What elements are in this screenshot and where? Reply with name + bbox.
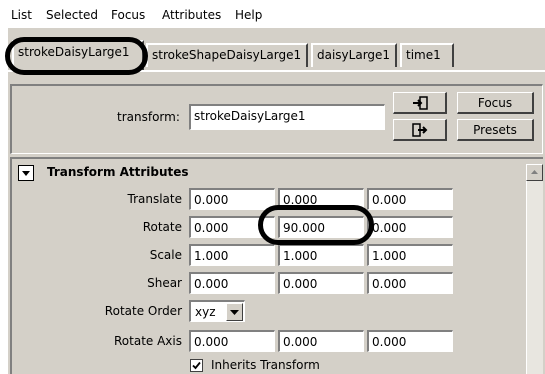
menu-help[interactable]: Help xyxy=(235,8,262,22)
chevron-down-icon xyxy=(230,310,239,315)
menu-bar: List Selected Focus Attributes Help xyxy=(0,0,545,28)
output-connections-icon xyxy=(411,123,427,137)
tab-time1[interactable]: time1 xyxy=(400,43,454,67)
attr-label-shear: Shear xyxy=(147,276,182,290)
menu-list[interactable]: List xyxy=(11,8,32,22)
rotate-y-field[interactable]: 90.000 xyxy=(278,216,364,238)
transform-name-field[interactable]: strokeDaisyLarge1 xyxy=(189,104,385,130)
attr-label-scale: Scale xyxy=(149,248,182,262)
rotate-order-value: xyz xyxy=(195,305,216,319)
transform-label: transform: xyxy=(117,110,180,124)
tab-label: daisyLarge1 xyxy=(317,48,391,62)
tab-strokeshapedaisylarge1[interactable]: strokeShapeDaisyLarge1 xyxy=(146,43,308,67)
scroll-up-arrow-icon xyxy=(531,170,538,174)
menu-focus[interactable]: Focus xyxy=(111,8,145,22)
dropdown-arrow-button[interactable] xyxy=(226,303,243,321)
rotate-axis-x-field[interactable]: 0.000 xyxy=(189,330,275,352)
input-connections-icon xyxy=(412,96,428,110)
tab-label: strokeDaisyLarge1 xyxy=(18,45,130,59)
scroll-up-button[interactable] xyxy=(526,164,543,181)
collapse-section-button[interactable] xyxy=(18,165,34,181)
scrollbar[interactable] xyxy=(526,164,543,374)
shear-x-field[interactable]: 0.000 xyxy=(189,272,275,294)
attr-label-translate: Translate xyxy=(127,192,183,206)
tab-divider xyxy=(8,70,545,72)
presets-button[interactable]: Presets xyxy=(457,119,534,141)
menu-selected[interactable]: Selected xyxy=(46,8,98,22)
tab-label: strokeShapeDaisyLarge1 xyxy=(152,48,302,62)
inherits-transform-label: Inherits Transform xyxy=(211,358,320,372)
rotate-axis-z-field[interactable]: 0.000 xyxy=(367,330,453,352)
translate-z-field[interactable]: 0.000 xyxy=(367,188,453,210)
translate-y-field[interactable]: 0.000 xyxy=(278,188,364,210)
scale-x-field[interactable]: 1.000 xyxy=(189,244,275,266)
rotate-axis-y-field[interactable]: 0.000 xyxy=(278,330,364,352)
scale-z-field[interactable]: 1.000 xyxy=(367,244,453,266)
rotate-axis-label: Rotate Axis xyxy=(114,334,182,348)
shear-y-field[interactable]: 0.000 xyxy=(278,272,364,294)
inherits-transform-checkbox[interactable] xyxy=(190,359,203,372)
rotate-order-dropdown[interactable]: xyz xyxy=(189,300,245,322)
rotate-z-field[interactable]: 0.000 xyxy=(367,216,453,238)
tab-daisylarge1[interactable]: daisyLarge1 xyxy=(311,43,397,67)
rotate-x-field[interactable]: 0.000 xyxy=(189,216,275,238)
scale-y-field[interactable]: 1.000 xyxy=(278,244,364,266)
output-connections-button[interactable] xyxy=(393,119,447,141)
collapse-triangle-icon xyxy=(22,171,30,176)
attr-label-rotate: Rotate xyxy=(142,220,182,234)
translate-x-field[interactable]: 0.000 xyxy=(189,188,275,210)
checkmark-icon xyxy=(192,361,201,370)
section-title: Transform Attributes xyxy=(47,165,189,179)
tab-label: time1 xyxy=(406,48,441,62)
menu-attributes[interactable]: Attributes xyxy=(162,8,221,22)
input-connections-button[interactable] xyxy=(393,92,447,114)
tab-strokedaisylarge1[interactable]: strokeDaisyLarge1 xyxy=(12,40,144,70)
focus-button[interactable]: Focus xyxy=(457,92,534,114)
shear-z-field[interactable]: 0.000 xyxy=(367,272,453,294)
rotate-order-label: Rotate Order xyxy=(104,304,182,318)
